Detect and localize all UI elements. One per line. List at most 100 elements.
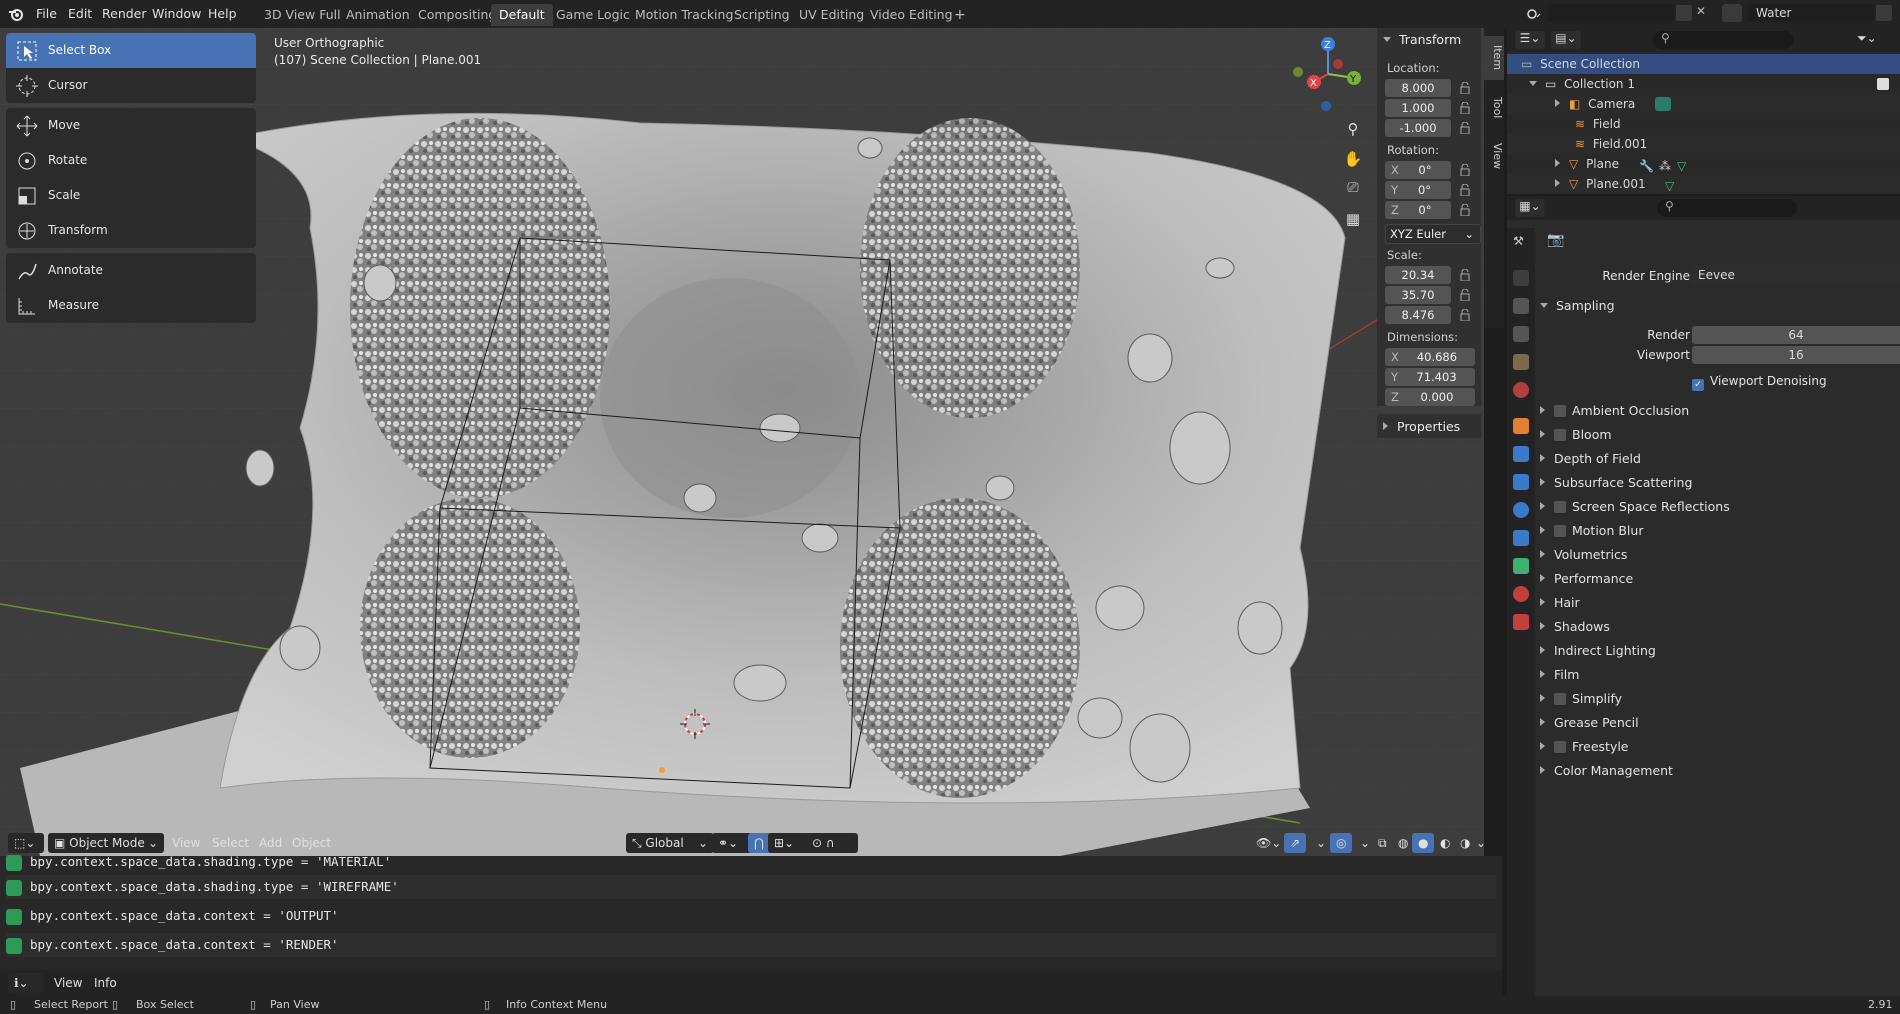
panel-grease-pencil[interactable]: Grease Pencil bbox=[1540, 712, 1639, 734]
copy-view-layer-icon[interactable] bbox=[1876, 5, 1892, 21]
info-menu-info[interactable]: Info bbox=[88, 973, 123, 993]
tab-animation[interactable]: Animation bbox=[338, 4, 418, 26]
outliner-row-scene-collection[interactable]: ▭ Scene Collection bbox=[1507, 54, 1900, 74]
panel-depth-of-field[interactable]: Depth of Field bbox=[1540, 448, 1641, 470]
lock-icon[interactable] bbox=[1459, 122, 1471, 134]
tool-move[interactable]: Move bbox=[6, 108, 256, 143]
viewport-samples-field[interactable]: 16 bbox=[1692, 346, 1900, 364]
outliner-row-plane[interactable]: ▽ Plane 🔧 ⁂ ▽ bbox=[1507, 154, 1900, 174]
panel-hair[interactable]: Hair bbox=[1540, 592, 1580, 614]
view-layer-icon[interactable] bbox=[1722, 4, 1742, 22]
properties-editor-type-dropdown[interactable]: ▦⌄ bbox=[1515, 199, 1545, 217]
outliner-row-field[interactable]: ≋ Field bbox=[1507, 114, 1900, 134]
copy-scene-icon[interactable] bbox=[1676, 5, 1692, 21]
tab-scripting[interactable]: Scripting bbox=[726, 4, 798, 26]
panel-indirect-lighting[interactable]: Indirect Lighting bbox=[1540, 640, 1656, 662]
scale-y-field[interactable]: 35.70 bbox=[1385, 286, 1451, 304]
camera-data-icon[interactable] bbox=[1655, 97, 1671, 111]
properties-search-input[interactable]: ⚲ bbox=[1657, 199, 1797, 217]
lock-icon[interactable] bbox=[1459, 184, 1471, 196]
mesh-data-tab-icon[interactable] bbox=[1513, 558, 1529, 574]
mesh-data-icon[interactable]: ▽ bbox=[1665, 176, 1674, 196]
include-checkbox[interactable] bbox=[1877, 78, 1889, 90]
rotation-mode-dropdown[interactable]: XYZ Euler ⌄ bbox=[1385, 224, 1481, 244]
transform-panel-header[interactable]: Transform bbox=[1383, 32, 1461, 47]
zoom-icon[interactable]: ⚲ bbox=[1342, 120, 1364, 142]
outliner-row-plane-001[interactable]: ▽ Plane.001 ▽ bbox=[1507, 174, 1900, 194]
tool-rotate[interactable]: Rotate bbox=[6, 143, 256, 178]
menu-render[interactable]: Render bbox=[96, 4, 153, 24]
outliner-row-collection-1[interactable]: ▭ Collection 1 bbox=[1507, 74, 1900, 94]
location-z-field[interactable]: -1.000 bbox=[1385, 119, 1451, 137]
tab-view[interactable]: View bbox=[1484, 136, 1504, 176]
panel-simplify[interactable]: Simplify bbox=[1540, 688, 1622, 710]
panel-bloom[interactable]: Bloom bbox=[1540, 424, 1612, 446]
tool-transform[interactable]: Transform bbox=[6, 213, 256, 248]
panel-ambient-occlusion[interactable]: Ambient Occlusion bbox=[1540, 400, 1689, 422]
panel-performance[interactable]: Performance bbox=[1540, 568, 1633, 590]
viewport-denoising-checkbox[interactable]: ✓ Viewport Denoising bbox=[1692, 370, 1827, 392]
menu-window[interactable]: Window bbox=[146, 4, 207, 24]
log-line[interactable]: bpy.context.space_data.shading.type = 'M… bbox=[6, 850, 1496, 874]
rotation-x-field[interactable]: X 0° bbox=[1385, 161, 1451, 179]
object-tab-icon[interactable] bbox=[1513, 418, 1529, 434]
panel-motion-blur[interactable]: Motion Blur bbox=[1540, 520, 1643, 542]
lock-icon[interactable] bbox=[1459, 269, 1471, 281]
tab-game-logic[interactable]: Game Logic bbox=[548, 4, 638, 26]
info-editor-type-dropdown[interactable]: ℹ⌄ bbox=[8, 973, 44, 993]
navigation-gizmo[interactable]: Z Y X bbox=[1286, 34, 1366, 114]
lock-icon[interactable] bbox=[1459, 289, 1471, 301]
view-layer-tab-icon[interactable] bbox=[1513, 326, 1529, 342]
render-engine-dropdown[interactable]: Eevee bbox=[1692, 265, 1900, 285]
lock-icon[interactable] bbox=[1459, 309, 1471, 321]
tool-measure[interactable]: Measure bbox=[6, 288, 256, 323]
panel-color-management[interactable]: Color Management bbox=[1540, 760, 1673, 782]
menu-help[interactable]: Help bbox=[202, 4, 243, 24]
constraints-tab-icon[interactable] bbox=[1513, 530, 1529, 546]
scale-z-field[interactable]: 8.476 bbox=[1385, 306, 1451, 324]
lock-icon[interactable] bbox=[1459, 204, 1471, 216]
tool-cursor[interactable]: Cursor bbox=[6, 68, 256, 103]
render-tab-icon[interactable] bbox=[1513, 270, 1529, 286]
panel-freestyle[interactable]: Freestyle bbox=[1540, 736, 1629, 758]
location-y-field[interactable]: 1.000 bbox=[1385, 99, 1451, 117]
particles-icon[interactable]: ⁂ bbox=[1659, 156, 1671, 176]
outliner-row-camera[interactable]: ◧ Camera bbox=[1507, 94, 1900, 114]
log-line[interactable]: bpy.context.space_data.context = 'RENDER… bbox=[6, 933, 1496, 957]
tab-item[interactable]: Item bbox=[1484, 36, 1504, 80]
menu-file[interactable]: File bbox=[30, 4, 63, 24]
panel-screen-space-reflections[interactable]: Screen Space Reflections bbox=[1540, 496, 1730, 518]
outliner-row-field-001[interactable]: ≋ Field.001 bbox=[1507, 134, 1900, 154]
view-layer-field[interactable]: Water bbox=[1748, 4, 1874, 22]
panel-subsurface-scattering[interactable]: Subsurface Scattering bbox=[1540, 472, 1692, 494]
display-mode-dropdown[interactable]: ▤⌄ bbox=[1551, 31, 1581, 49]
tab-3d-view-full[interactable]: 3D View Full bbox=[256, 4, 349, 26]
scene-field[interactable] bbox=[1548, 4, 1674, 22]
pan-hand-icon[interactable]: ✋ bbox=[1342, 150, 1364, 172]
camera-view-icon[interactable]: ⎚ bbox=[1342, 180, 1364, 202]
render-samples-field[interactable]: 64 bbox=[1692, 326, 1900, 344]
lock-icon[interactable] bbox=[1459, 82, 1471, 94]
properties-panel-header[interactable]: Properties bbox=[1377, 414, 1481, 438]
tool-scale[interactable]: Scale bbox=[6, 178, 256, 213]
tool-annotate[interactable]: Annotate bbox=[6, 253, 256, 288]
rotation-y-field[interactable]: Y 0° bbox=[1385, 181, 1451, 199]
material-tab-icon[interactable] bbox=[1513, 586, 1529, 602]
panel-film[interactable]: Film bbox=[1540, 664, 1579, 686]
lock-icon[interactable] bbox=[1459, 164, 1471, 176]
dimension-z-field[interactable]: Z 0.000 bbox=[1385, 388, 1475, 406]
log-line[interactable]: bpy.context.space_data.context = 'OUTPUT… bbox=[6, 904, 1496, 928]
location-x-field[interactable]: 8.000 bbox=[1385, 79, 1451, 97]
particles-tab-icon[interactable] bbox=[1513, 474, 1529, 490]
texture-tab-icon[interactable] bbox=[1513, 614, 1529, 630]
scale-x-field[interactable]: 20.34 bbox=[1385, 266, 1451, 284]
log-line[interactable]: bpy.context.space_data.shading.type = 'W… bbox=[6, 875, 1496, 899]
tab-tool[interactable]: Tool bbox=[1484, 88, 1504, 128]
dimension-y-field[interactable]: Y 71.403 bbox=[1385, 368, 1475, 386]
tab-motion-tracking[interactable]: Motion Tracking bbox=[627, 4, 741, 26]
dimension-x-field[interactable]: X 40.686 bbox=[1385, 348, 1475, 366]
outliner-search-input[interactable]: ⚲ bbox=[1653, 31, 1793, 49]
panel-shadows[interactable]: Shadows bbox=[1540, 616, 1610, 638]
tool-select-box[interactable]: Select Box bbox=[6, 33, 256, 68]
info-menu-view[interactable]: View bbox=[48, 973, 88, 993]
